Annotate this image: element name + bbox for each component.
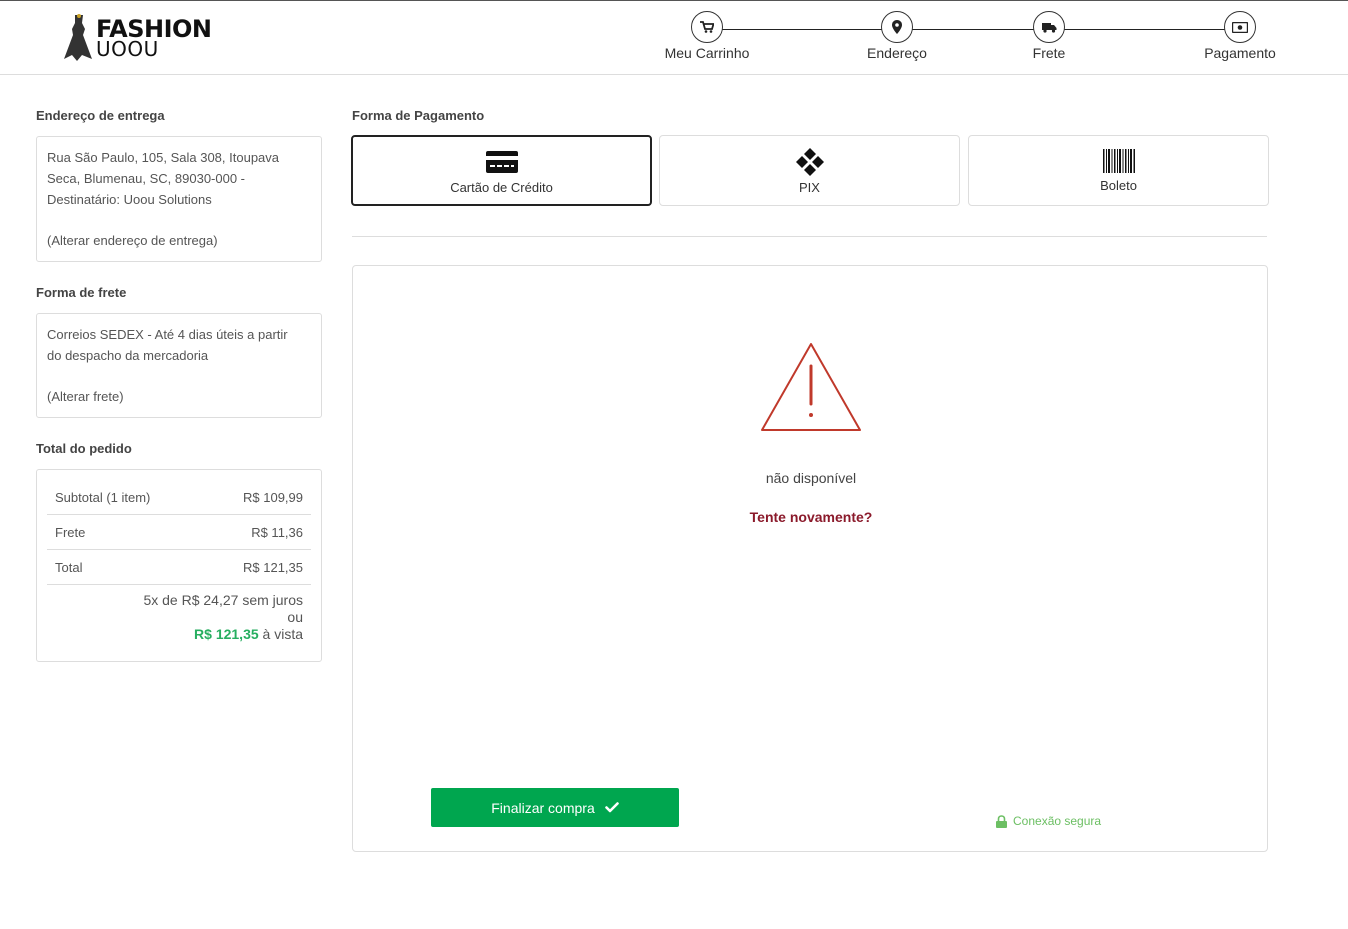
installments-or: ou xyxy=(287,609,303,625)
payment-panel: não disponível Tente novamente? Finaliza… xyxy=(352,265,1268,852)
address-title: Endereço de entrega xyxy=(36,108,165,123)
total-title: Total do pedido xyxy=(36,441,132,456)
steps-connector xyxy=(702,29,1247,30)
dress-logo-icon xyxy=(64,14,92,61)
step-address[interactable]: Endereço xyxy=(852,11,942,61)
retry-link[interactable]: Tente novamente? xyxy=(353,509,1269,525)
payment-title: Forma de Pagamento xyxy=(352,108,485,123)
totals-value: R$ 121,35 xyxy=(243,559,303,575)
payment-tab-label: PIX xyxy=(799,180,820,195)
secure-connection: Conexão segura xyxy=(996,814,1101,828)
step-label-cart: Meu Carrinho xyxy=(664,45,750,61)
shipping-box: Correios SEDEX - Até 4 dias úteis a part… xyxy=(36,313,322,418)
lock-icon xyxy=(996,814,1007,828)
cash-price-line: R$ 121,35 à vista xyxy=(47,626,303,643)
totals-row-subtotal: Subtotal (1 item) R$ 109,99 xyxy=(47,480,311,515)
finish-purchase-button[interactable]: Finalizar compra xyxy=(431,788,679,827)
installments-text: 5x de R$ 24,27 sem juros xyxy=(143,592,303,608)
warning-icon xyxy=(760,342,862,437)
cash-suffix: à vista xyxy=(258,626,303,642)
logo[interactable]: FASHION UOOU xyxy=(62,13,212,63)
installments-info: 5x de R$ 24,27 sem juros ou R$ 121,35 à … xyxy=(47,585,311,643)
barcode-icon xyxy=(969,149,1268,178)
payment-tab-credit-card[interactable]: Cartão de Crédito xyxy=(351,135,652,206)
truck-icon xyxy=(1033,11,1065,43)
payment-tab-pix[interactable]: PIX xyxy=(659,135,960,206)
address-line: Destinatário: Uoou Solutions xyxy=(47,192,212,207)
money-icon xyxy=(1224,11,1256,43)
shipping-line: do despacho da mercadoria xyxy=(47,348,209,363)
step-label-shipping: Frete xyxy=(1032,45,1066,61)
totals-label: Frete xyxy=(55,524,86,540)
step-label-address: Endereço xyxy=(867,45,927,61)
step-payment[interactable]: Pagamento xyxy=(1195,11,1285,61)
logo-text-uoou: UOOU xyxy=(96,37,159,61)
totals-box: Subtotal (1 item) R$ 109,99 Frete R$ 11,… xyxy=(36,469,322,662)
totals-value: R$ 109,99 xyxy=(243,489,303,505)
pix-icon xyxy=(660,147,959,182)
step-shipping[interactable]: Frete xyxy=(1004,11,1094,61)
cash-price: R$ 121,35 xyxy=(194,626,259,642)
check-icon xyxy=(604,802,619,813)
map-pin-icon xyxy=(881,11,913,43)
address-line: Seca, Blumenau, SC, 89030-000 - xyxy=(47,171,246,186)
totals-value: R$ 11,36 xyxy=(251,524,303,540)
step-label-payment: Pagamento xyxy=(1204,45,1276,61)
totals-label: Total xyxy=(55,559,83,575)
header: FASHION UOOU Meu Carrinho Endereço Frete xyxy=(0,0,1348,75)
address-box: Rua São Paulo, 105, Sala 308, Itoupava S… xyxy=(36,136,322,262)
payment-tab-label: Cartão de Crédito xyxy=(450,180,553,195)
payment-tab-label: Boleto xyxy=(1100,178,1137,193)
address-line: Rua São Paulo, 105, Sala 308, Itoupava xyxy=(47,150,280,165)
cart-icon xyxy=(691,11,723,43)
payment-divider xyxy=(352,236,1267,237)
checkout-steps: Meu Carrinho Endereço Frete Pagamento xyxy=(650,11,1290,71)
shipping-line: Correios SEDEX - Até 4 dias úteis a part… xyxy=(47,327,288,342)
payment-tab-boleto[interactable]: Boleto xyxy=(968,135,1269,206)
totals-row-total: Total R$ 121,35 xyxy=(47,550,311,585)
credit-card-icon xyxy=(353,151,650,178)
change-address-link[interactable]: (Alterar endereço de entrega) xyxy=(47,230,311,251)
shipping-title: Forma de frete xyxy=(36,285,127,300)
error-message: não disponível xyxy=(765,470,857,486)
change-shipping-link[interactable]: (Alterar frete) xyxy=(47,386,311,407)
finish-button-label: Finalizar compra xyxy=(491,799,595,816)
totals-row-shipping: Frete R$ 11,36 xyxy=(47,515,311,550)
step-cart[interactable]: Meu Carrinho xyxy=(662,11,752,61)
secure-text: Conexão segura xyxy=(1013,814,1102,828)
totals-label: Subtotal (1 item) xyxy=(55,489,151,505)
